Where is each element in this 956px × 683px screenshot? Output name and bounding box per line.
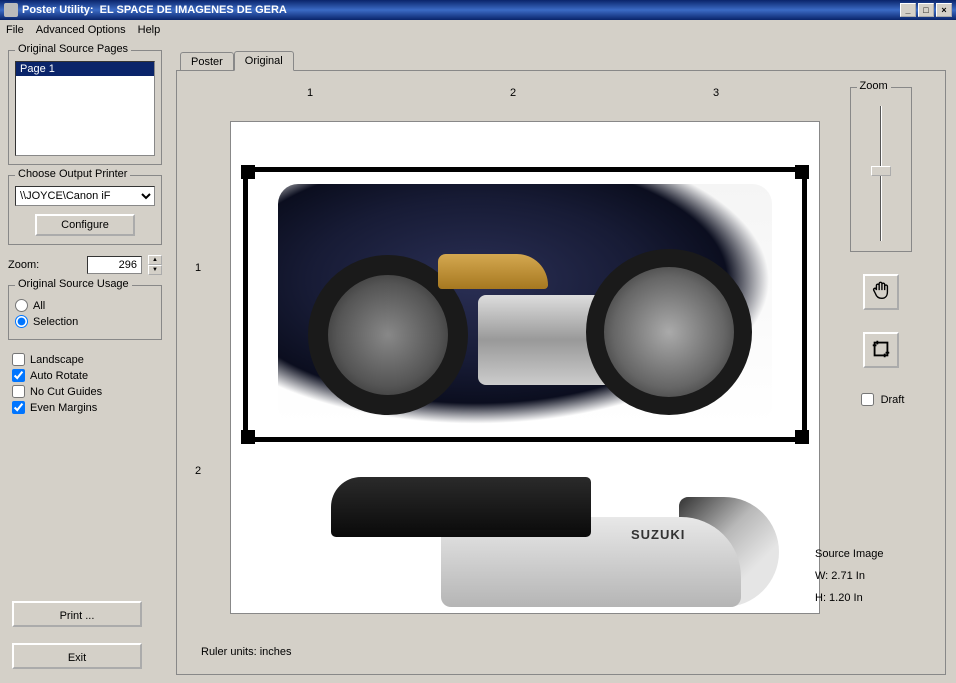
original-source-pages-group: Original Source Pages Page 1 bbox=[8, 50, 162, 165]
group-title: Original Source Pages bbox=[15, 43, 131, 55]
usage-all-radio[interactable]: All bbox=[15, 299, 155, 312]
selection-box[interactable] bbox=[243, 167, 807, 442]
original-source-usage-group: Original Source Usage All Selection bbox=[8, 285, 162, 340]
ruler-mark: 2 bbox=[195, 465, 201, 477]
ruler-mark: 2 bbox=[510, 87, 516, 99]
pan-tool-button[interactable] bbox=[863, 274, 899, 310]
ruler-mark: 1 bbox=[307, 87, 313, 99]
canvas-area: 1 2 3 1 2 bbox=[195, 87, 820, 614]
menu-advanced-options[interactable]: Advanced Options bbox=[36, 24, 126, 36]
crop-tool-button[interactable] bbox=[863, 332, 899, 368]
close-button[interactable]: × bbox=[936, 3, 952, 17]
menu-help[interactable]: Help bbox=[138, 24, 161, 36]
app-icon bbox=[4, 3, 18, 17]
print-button[interactable]: Print ... bbox=[12, 601, 142, 627]
source-image-title: Source Image bbox=[815, 548, 927, 560]
zoom-spin-up-icon[interactable]: ▲ bbox=[148, 255, 162, 265]
menu-file[interactable]: File bbox=[6, 24, 24, 36]
brand-label: SUZUKI bbox=[631, 527, 685, 542]
slider-thumb[interactable] bbox=[871, 166, 891, 176]
auto-rotate-checkbox[interactable]: Auto Rotate bbox=[12, 369, 158, 382]
tabs: Poster Original bbox=[176, 48, 946, 70]
configure-button[interactable]: Configure bbox=[35, 214, 135, 236]
exit-button[interactable]: Exit bbox=[12, 643, 142, 669]
image-canvas[interactable]: SUZUKI bbox=[230, 121, 820, 614]
usage-selection-radio[interactable]: Selection bbox=[15, 315, 155, 328]
selection-handle-bl[interactable] bbox=[241, 430, 255, 444]
zoom-row: Zoom: ▲ ▼ bbox=[8, 255, 162, 275]
hand-icon bbox=[870, 280, 892, 305]
no-cut-guides-checkbox[interactable]: No Cut Guides bbox=[12, 385, 158, 398]
window-title: Poster Utility: EL SPACE DE IMAGENES DE … bbox=[22, 4, 900, 16]
zoom-spin-down-icon[interactable]: ▼ bbox=[148, 265, 162, 275]
ruler-mark: 3 bbox=[713, 87, 719, 99]
motorcycle-image-1 bbox=[278, 184, 772, 425]
draft-checkbox[interactable]: Draft bbox=[857, 390, 905, 409]
selection-handle-tl[interactable] bbox=[241, 165, 255, 179]
selection-handle-br[interactable] bbox=[795, 430, 809, 444]
right-panel: Poster Original 1 2 3 1 2 bbox=[170, 40, 956, 683]
ruler-units-label: Ruler units: inches bbox=[201, 646, 292, 658]
ruler-mark: 1 bbox=[195, 262, 201, 274]
zoom-label: Zoom: bbox=[8, 259, 39, 271]
tab-poster[interactable]: Poster bbox=[180, 52, 234, 71]
group-title: Original Source Usage bbox=[15, 278, 132, 290]
zoom-slider-group: Zoom bbox=[850, 87, 912, 252]
even-margins-checkbox[interactable]: Even Margins bbox=[12, 401, 158, 414]
source-width: W: 2.71 In bbox=[815, 570, 927, 582]
menubar: File Advanced Options Help bbox=[0, 20, 956, 40]
source-image-info: Source Image W: 2.71 In H: 1.20 In bbox=[815, 538, 927, 614]
minimize-button[interactable]: _ bbox=[900, 3, 916, 17]
source-pages-list[interactable]: Page 1 bbox=[15, 61, 155, 156]
crop-icon bbox=[870, 338, 892, 363]
tab-original[interactable]: Original bbox=[234, 51, 294, 71]
group-title: Choose Output Printer bbox=[15, 168, 130, 180]
zoom-slider[interactable] bbox=[870, 106, 892, 241]
source-height: H: 1.20 In bbox=[815, 592, 927, 604]
tools-column: Zoom bbox=[828, 87, 933, 409]
group-title: Zoom bbox=[857, 80, 891, 92]
ruler-vertical: 1 2 bbox=[195, 127, 215, 614]
landscape-checkbox[interactable]: Landscape bbox=[12, 353, 158, 366]
list-item-page1[interactable]: Page 1 bbox=[16, 62, 154, 76]
motorcycle-image-2: SUZUKI bbox=[231, 467, 819, 614]
titlebar: Poster Utility: EL SPACE DE IMAGENES DE … bbox=[0, 0, 956, 20]
ruler-horizontal: 1 2 3 bbox=[235, 87, 820, 107]
choose-output-printer-group: Choose Output Printer \\JOYCE\Canon iF C… bbox=[8, 175, 162, 245]
maximize-button[interactable]: □ bbox=[918, 3, 934, 17]
zoom-input[interactable] bbox=[87, 256, 142, 274]
tab-body: 1 2 3 1 2 bbox=[176, 70, 946, 675]
printer-select[interactable]: \\JOYCE\Canon iF bbox=[15, 186, 155, 206]
left-panel: Original Source Pages Page 1 Choose Outp… bbox=[0, 40, 170, 683]
selection-handle-tr[interactable] bbox=[795, 165, 809, 179]
